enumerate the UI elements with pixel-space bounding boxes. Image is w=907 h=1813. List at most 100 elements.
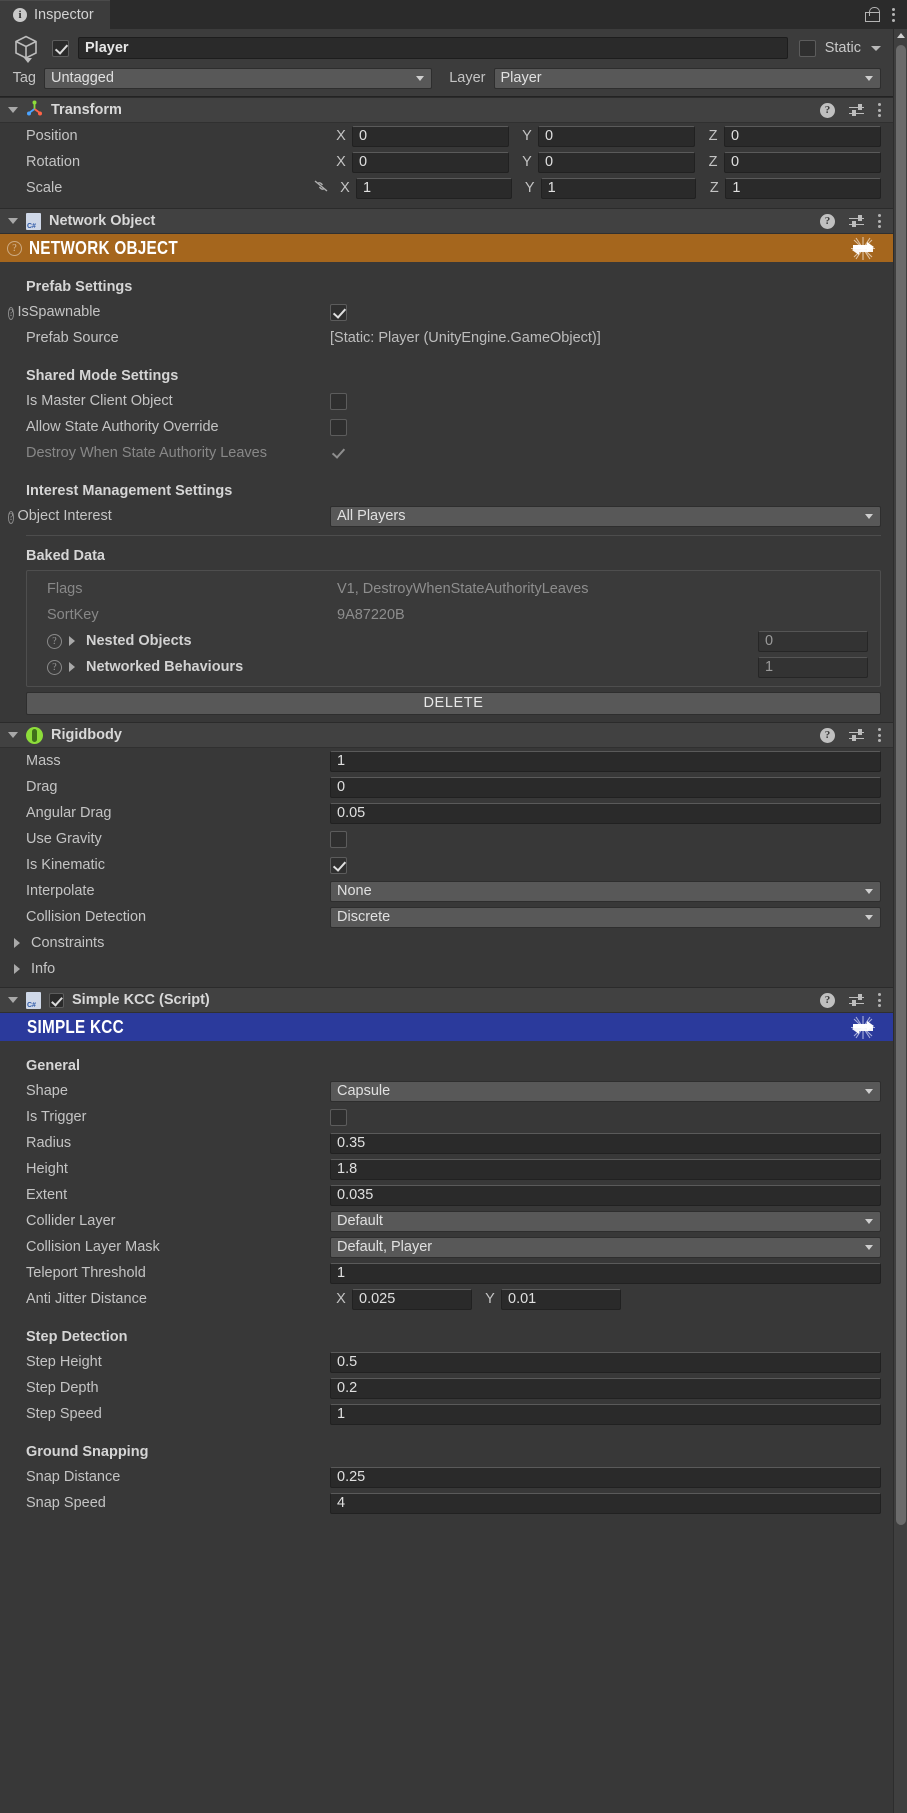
shape-dropdown[interactable]: Capsule xyxy=(330,1081,881,1102)
preset-icon[interactable] xyxy=(849,993,864,1008)
anti-jitter-x-input[interactable]: 0.025 xyxy=(352,1289,472,1310)
row-label: Shape xyxy=(26,1083,330,1099)
lock-icon[interactable] xyxy=(865,7,878,22)
foldout-arrow-icon[interactable] xyxy=(14,964,23,974)
row-mass: Mass 1 xyxy=(0,748,893,774)
help-icon[interactable]: ? xyxy=(820,993,835,1008)
help-icon[interactable]: ? xyxy=(7,241,22,256)
banner-title: NETWORK OBJECT xyxy=(29,238,178,259)
row-label: Step Speed xyxy=(26,1406,330,1422)
layer-dropdown[interactable]: Player xyxy=(494,68,882,89)
is-trigger-checkbox[interactable] xyxy=(330,1109,347,1126)
snap-distance-input[interactable]: 0.25 xyxy=(330,1467,881,1488)
component-header-transform[interactable]: Transform ? xyxy=(0,97,893,123)
teleport-threshold-input[interactable]: 1 xyxy=(330,1263,881,1284)
tab-inspector[interactable]: i Inspector xyxy=(0,0,110,29)
row-info[interactable]: Info xyxy=(0,956,893,982)
step-depth-input[interactable]: 0.2 xyxy=(330,1378,881,1399)
row-label: Height xyxy=(26,1161,330,1177)
help-icon[interactable]: ? xyxy=(820,728,835,743)
vector3-field: X 0 Y 0 Z 0 xyxy=(330,152,881,173)
radius-input[interactable]: 0.35 xyxy=(330,1133,881,1154)
static-dropdown-caret-icon[interactable] xyxy=(871,46,881,51)
use-gravity-checkbox[interactable] xyxy=(330,831,347,848)
is-kinematic-checkbox[interactable] xyxy=(330,857,347,874)
collider-layer-value: Default xyxy=(337,1213,383,1229)
simple-kcc-body: General Shape Capsule Is Trigger Radius … xyxy=(0,1041,893,1516)
scrollbar-thumb[interactable] xyxy=(896,45,906,1525)
help-icon[interactable]: ? xyxy=(820,214,835,229)
gameobject-name-input[interactable]: Player xyxy=(78,37,788,59)
vertical-scrollbar[interactable] xyxy=(893,29,907,1813)
foldout-arrow-icon[interactable] xyxy=(8,107,18,113)
drag-input[interactable]: 0 xyxy=(330,777,881,798)
rotation-z-input[interactable]: 0 xyxy=(724,152,881,173)
axis-y-label: Y xyxy=(516,154,538,170)
foldout-arrow-icon[interactable] xyxy=(8,218,18,224)
row-label: SortKey xyxy=(47,607,337,623)
row-label: Collision Detection xyxy=(26,909,330,925)
row-extent: Extent 0.035 xyxy=(0,1182,893,1208)
interpolate-dropdown[interactable]: None xyxy=(330,881,881,902)
mass-input[interactable]: 1 xyxy=(330,751,881,772)
kebab-menu-icon[interactable] xyxy=(878,214,881,228)
preset-icon[interactable] xyxy=(849,214,864,229)
help-icon[interactable]: ? xyxy=(820,103,835,118)
tag-dropdown[interactable]: Untagged xyxy=(44,68,432,89)
snap-speed-input[interactable]: 4 xyxy=(330,1493,881,1514)
position-y-input[interactable]: 0 xyxy=(538,126,695,147)
component-header-network-object[interactable]: Network Object ? xyxy=(0,208,893,234)
foldout-arrow-icon[interactable] xyxy=(14,938,23,948)
anti-jitter-y-input[interactable]: 0.01 xyxy=(501,1289,621,1310)
help-icon[interactable]: ? xyxy=(47,660,62,675)
help-icon[interactable]: ? xyxy=(8,511,14,524)
kebab-menu-icon[interactable] xyxy=(892,8,895,22)
height-input[interactable]: 1.8 xyxy=(330,1159,881,1180)
help-icon[interactable]: ? xyxy=(47,634,62,649)
collider-layer-dropdown[interactable]: Default xyxy=(330,1211,881,1232)
kebab-menu-icon[interactable] xyxy=(878,993,881,1007)
is-master-client-object-checkbox[interactable] xyxy=(330,393,347,410)
object-header: Player Static Tag Untagged Layer Player xyxy=(0,29,893,97)
collision-layer-mask-dropdown[interactable]: Default, Player xyxy=(330,1237,881,1258)
preset-icon[interactable] xyxy=(849,103,864,118)
row-is-trigger: Is Trigger xyxy=(0,1104,893,1130)
scale-z-input[interactable]: 1 xyxy=(725,178,881,199)
gameobject-cube-icon[interactable] xyxy=(10,32,44,64)
gameobject-enabled-checkbox[interactable] xyxy=(52,40,69,57)
row-constraints[interactable]: Constraints xyxy=(0,930,893,956)
foldout-arrow-icon[interactable] xyxy=(69,662,78,672)
step-speed-input[interactable]: 1 xyxy=(330,1404,881,1425)
rotation-x-input[interactable]: 0 xyxy=(352,152,509,173)
rotation-y-input[interactable]: 0 xyxy=(538,152,695,173)
row-interpolate: Interpolate None xyxy=(0,878,893,904)
delete-button[interactable]: DELETE xyxy=(26,692,881,715)
simple-kcc-enabled-checkbox[interactable] xyxy=(49,993,64,1008)
scale-x-input[interactable]: 1 xyxy=(356,178,512,199)
position-x-input[interactable]: 0 xyxy=(352,126,509,147)
kebab-menu-icon[interactable] xyxy=(878,103,881,117)
scroll-up-arrow-icon[interactable] xyxy=(894,29,907,42)
row-rotation: Rotation X 0 Y 0 Z 0 xyxy=(0,149,893,175)
row-label: Info xyxy=(31,961,335,977)
object-interest-dropdown[interactable]: All Players xyxy=(330,506,881,527)
kebab-menu-icon[interactable] xyxy=(878,728,881,742)
foldout-arrow-icon[interactable] xyxy=(8,732,18,738)
angular-drag-input[interactable]: 0.05 xyxy=(330,803,881,824)
foldout-arrow-icon[interactable] xyxy=(69,636,78,646)
allow-state-authority-override-checkbox[interactable] xyxy=(330,419,347,436)
component-header-rigidbody[interactable]: Rigidbody ? xyxy=(0,722,893,748)
preset-icon[interactable] xyxy=(849,728,864,743)
help-icon[interactable]: ? xyxy=(8,307,14,320)
row-label-text: IsSpawnable xyxy=(17,304,100,320)
foldout-arrow-icon[interactable] xyxy=(8,997,18,1003)
position-z-input[interactable]: 0 xyxy=(724,126,881,147)
collision-detection-dropdown[interactable]: Discrete xyxy=(330,907,881,928)
extent-input[interactable]: 0.035 xyxy=(330,1185,881,1206)
scale-y-input[interactable]: 1 xyxy=(541,178,697,199)
static-checkbox[interactable] xyxy=(799,40,816,57)
isspawnable-checkbox[interactable] xyxy=(330,304,347,321)
step-height-input[interactable]: 0.5 xyxy=(330,1352,881,1373)
scale-link-icon[interactable] xyxy=(312,178,330,198)
component-header-simple-kcc[interactable]: Simple KCC (Script) ? xyxy=(0,987,893,1013)
